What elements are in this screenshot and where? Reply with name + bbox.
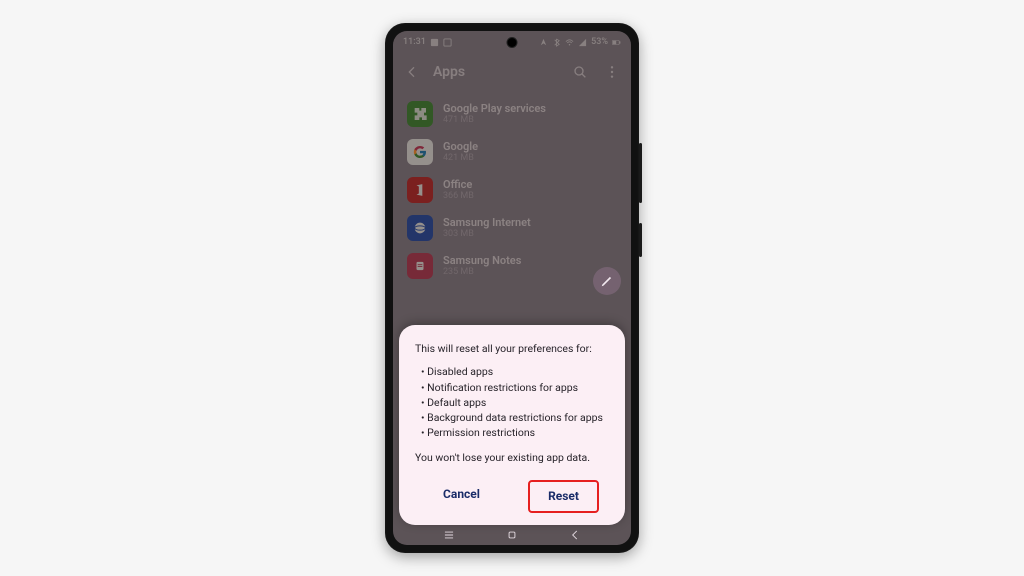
camera-hole-icon: [508, 38, 517, 47]
signal-icon: [578, 38, 587, 47]
app-name: Samsung Internet: [443, 217, 531, 230]
list-item[interactable]: Samsung Internet 303 MB: [393, 209, 631, 247]
dialog-bullet: Background data restrictions for apps: [421, 410, 609, 425]
pencil-icon: [600, 274, 614, 288]
wifi-icon: [565, 38, 574, 47]
list-item[interactable]: Office 366 MB: [393, 171, 631, 209]
cancel-button[interactable]: Cancel: [425, 480, 498, 513]
app-name: Google: [443, 141, 478, 154]
phone-screen: 11:31: [393, 31, 631, 545]
bluetooth-icon: [552, 38, 561, 47]
app-name: Office: [443, 179, 474, 192]
dialog-actions: Cancel Reset: [415, 480, 609, 513]
app-size: 366 MB: [443, 191, 474, 201]
battery-icon: [612, 38, 621, 47]
android-nav-bar: [393, 523, 631, 545]
reset-button[interactable]: Reset: [528, 480, 599, 513]
samsung-notes-icon: [407, 253, 433, 279]
app-list[interactable]: Google Play services 471 MB Google 421 M…: [393, 91, 631, 289]
samsung-internet-icon: [407, 215, 433, 241]
app-name: Google Play services: [443, 103, 546, 116]
volume-button: [639, 143, 642, 203]
nav-back-icon[interactable]: [568, 527, 582, 541]
phone-frame: 11:31: [385, 23, 639, 553]
search-icon[interactable]: [569, 61, 591, 83]
dialog-footer-text: You won't lose your existing app data.: [415, 450, 609, 465]
list-item[interactable]: Google Play services 471 MB: [393, 95, 631, 133]
office-icon: [407, 177, 433, 203]
google-icon: [407, 139, 433, 165]
dialog-bullet: Permission restrictions: [421, 425, 609, 440]
app-size: 471 MB: [443, 115, 546, 125]
app-name: Samsung Notes: [443, 255, 521, 268]
notification-icon: [443, 38, 452, 47]
location-icon: [539, 38, 548, 47]
dialog-bullet: Default apps: [421, 395, 609, 410]
reset-dialog: This will reset all your preferences for…: [399, 325, 625, 525]
battery-text: 53%: [591, 37, 608, 47]
play-services-icon: [407, 101, 433, 127]
dialog-bullet: Disabled apps: [421, 364, 609, 379]
edit-fab[interactable]: [593, 267, 621, 295]
dialog-bullet-list: Disabled apps Notification restrictions …: [415, 364, 609, 440]
power-button: [639, 223, 642, 257]
app-size: 303 MB: [443, 229, 531, 239]
dialog-lead-text: This will reset all your preferences for…: [415, 341, 609, 356]
home-icon[interactable]: [505, 527, 519, 541]
app-bar: Apps: [393, 53, 631, 91]
recents-icon[interactable]: [442, 527, 456, 541]
notification-icon: [430, 38, 439, 47]
app-size: 235 MB: [443, 267, 521, 277]
more-icon[interactable]: [601, 61, 623, 83]
clock-text: 11:31: [403, 37, 426, 47]
back-icon[interactable]: [401, 61, 423, 83]
list-item[interactable]: Google 421 MB: [393, 133, 631, 171]
page-title: Apps: [433, 64, 559, 80]
dialog-bullet: Notification restrictions for apps: [421, 380, 609, 395]
app-size: 421 MB: [443, 153, 478, 163]
